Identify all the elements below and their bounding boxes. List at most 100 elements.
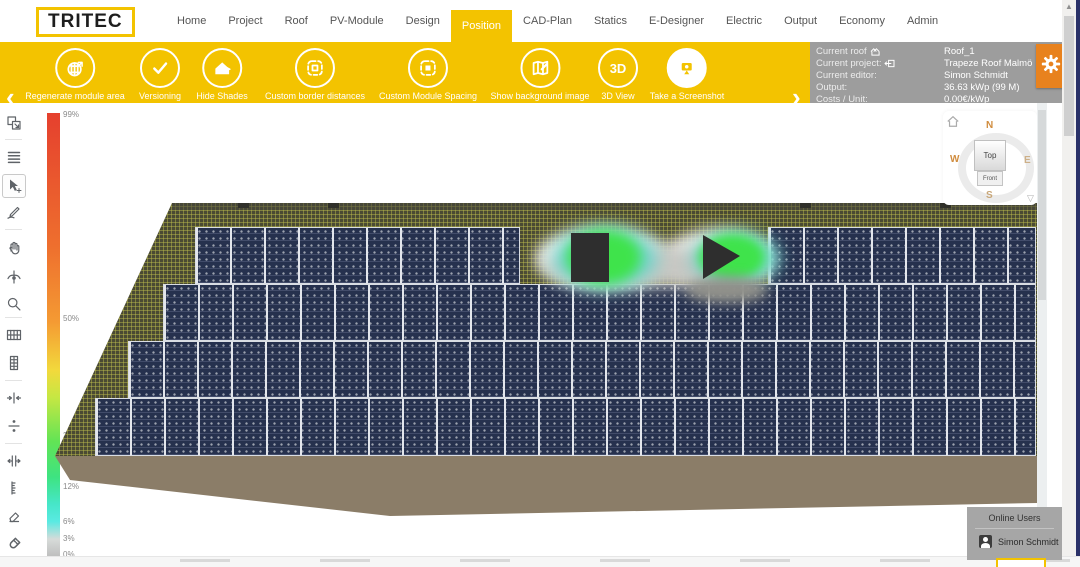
- brand-logo[interactable]: TRITEC: [36, 7, 135, 37]
- compass-north[interactable]: N: [986, 120, 993, 131]
- output-value: 36.63 kWp (99 M): [944, 82, 1020, 93]
- 3d-icon: 3D: [598, 48, 638, 88]
- zoom-tool[interactable]: [3, 293, 25, 315]
- nav-item-roof[interactable]: Roof: [274, 0, 319, 42]
- magnet-icon: [6, 536, 22, 552]
- eraser-icon: [6, 508, 22, 524]
- nav-item-e-designer[interactable]: E-Designer: [638, 0, 715, 42]
- map-icon: [520, 48, 560, 88]
- nav-item-pv-module[interactable]: PV-Module: [319, 0, 395, 42]
- compass-south[interactable]: S: [986, 190, 993, 201]
- online-users-panel: Online Users Simon Schmidt: [967, 507, 1062, 560]
- nav-item-position-active[interactable]: Position: [451, 10, 512, 42]
- partial-brand-logo: [996, 558, 1046, 567]
- compass-east[interactable]: E: [1024, 155, 1031, 166]
- nav-item-home[interactable]: Home: [166, 0, 217, 42]
- module-spacing-icon: [408, 48, 448, 88]
- layer-list-icon: [6, 149, 22, 165]
- project-switch-icon[interactable]: [884, 59, 895, 68]
- distribute-columns-icon: [6, 453, 22, 469]
- current-project-value: Trapeze Roof Malmö: [944, 58, 1032, 69]
- online-user-row: Simon Schmidt: [967, 529, 1062, 548]
- measure-tool[interactable]: [3, 477, 25, 499]
- position-toolbar: ‹ Regenerate module area Versioning Hide…: [0, 42, 810, 103]
- layer-list-tool[interactable]: [3, 146, 25, 168]
- roof-ridge-edge: [172, 203, 1037, 210]
- magnifier-icon: [6, 296, 22, 312]
- hide-shades-button[interactable]: Hide Shades: [196, 48, 248, 101]
- distribute-columns-tool[interactable]: [3, 450, 25, 472]
- nav-item-cad-plan[interactable]: CAD-Plan: [512, 0, 583, 42]
- pv-module-row-1-right[interactable]: [768, 227, 1036, 284]
- toolbar-button-label: Custom border distances: [265, 91, 365, 101]
- nav-item-economy[interactable]: Economy: [828, 0, 896, 42]
- eraser-tool[interactable]: [3, 505, 25, 527]
- roof-edge-object: [328, 203, 339, 208]
- move-select-cursor-icon: [6, 178, 22, 194]
- obstacle-wedge[interactable]: [703, 235, 743, 285]
- user-avatar-icon: [979, 535, 992, 548]
- rotate-point-tool[interactable]: [3, 266, 25, 288]
- pv-module-row-3[interactable]: [128, 341, 1036, 398]
- vertical-spacing-tool[interactable]: [3, 415, 25, 437]
- drawing-tools-sidebar: [0, 103, 27, 567]
- select-objects-icon: [6, 115, 22, 131]
- versioning-button[interactable]: Versioning: [139, 48, 181, 101]
- move-select-tool-selected[interactable]: [2, 174, 26, 198]
- nav-item-design[interactable]: Design: [395, 0, 451, 42]
- nav-item-admin[interactable]: Admin: [896, 0, 949, 42]
- pan-tool[interactable]: [3, 236, 25, 258]
- border-distances-icon: [295, 48, 335, 88]
- horizontal-spacing-tool[interactable]: [3, 387, 25, 409]
- nav-item-statics[interactable]: Statics: [583, 0, 638, 42]
- info-label: Current roof: [816, 46, 881, 57]
- custom-border-distances-button[interactable]: Custom border distances: [265, 48, 365, 101]
- browser-scrollbar-thumb[interactable]: [1064, 16, 1074, 136]
- pv-module-row-4[interactable]: [95, 398, 1036, 456]
- app-window: TRITEC Home Project Roof PV-Module Desig…: [0, 0, 1080, 567]
- show-background-image-button[interactable]: Show background image: [490, 48, 589, 101]
- hand-icon: [6, 239, 22, 255]
- custom-module-spacing-button[interactable]: Custom Module Spacing: [379, 48, 477, 101]
- online-user-name: Simon Schmidt: [998, 537, 1059, 547]
- toolbar-button-label: Custom Module Spacing: [379, 91, 477, 101]
- regenerate-module-area-button[interactable]: Regenerate module area: [25, 48, 125, 101]
- view-navigation-widget[interactable]: N E S W Top Front: [943, 111, 1037, 205]
- info-label: Output:: [816, 82, 847, 93]
- obstacle-cube[interactable]: [571, 233, 609, 282]
- snap-magnet-tool[interactable]: [3, 533, 25, 555]
- vertical-spacing-icon: [6, 418, 22, 434]
- window-edge: [1076, 0, 1080, 567]
- toolbar-button-label: Versioning: [139, 91, 181, 101]
- pencil-icon: [6, 204, 22, 220]
- single-module-tool[interactable]: [3, 352, 25, 374]
- nav-item-project[interactable]: Project: [217, 0, 273, 42]
- regenerate-module-area-icon: [55, 48, 95, 88]
- roof-switch-icon[interactable]: [870, 47, 881, 56]
- horizontal-spacing-icon: [6, 390, 22, 406]
- home-view-icon[interactable]: [946, 115, 960, 133]
- house-icon: [202, 48, 242, 88]
- current-editor-value: Simon Schmidt: [944, 70, 1008, 81]
- single-module-icon: [6, 355, 22, 371]
- rotate-point-icon: [6, 269, 22, 285]
- pv-module-row-1-left[interactable]: [195, 227, 520, 284]
- view-cube-top-face[interactable]: Top: [974, 140, 1006, 171]
- 3d-view-button[interactable]: 3D 3D View: [598, 48, 638, 101]
- gear-icon: [1040, 53, 1062, 80]
- module-area-grid-icon: [6, 327, 22, 343]
- scrollbar-up-arrow-icon[interactable]: ▲: [1062, 2, 1076, 11]
- draw-tool[interactable]: [3, 201, 25, 223]
- nav-item-electric[interactable]: Electric: [715, 0, 773, 42]
- select-objects-tool[interactable]: [3, 112, 25, 134]
- toolbar-button-label: Regenerate module area: [25, 91, 125, 101]
- roof-design-canvas[interactable]: 99% 50% 25% 12% 6% 3% 0%: [27, 103, 1037, 567]
- take-screenshot-button[interactable]: Take a Screenshot: [650, 48, 725, 101]
- module-area-grid-tool[interactable]: [3, 324, 25, 346]
- canvas-scrollbar-thumb[interactable]: [1038, 110, 1046, 300]
- view-cube-front-face[interactable]: Front: [977, 171, 1003, 186]
- camera-dropdown-icon[interactable]: ▽: [1027, 193, 1034, 204]
- toolbar-button-label: Show background image: [490, 91, 589, 101]
- compass-west[interactable]: W: [950, 154, 959, 165]
- nav-item-output[interactable]: Output: [773, 0, 828, 42]
